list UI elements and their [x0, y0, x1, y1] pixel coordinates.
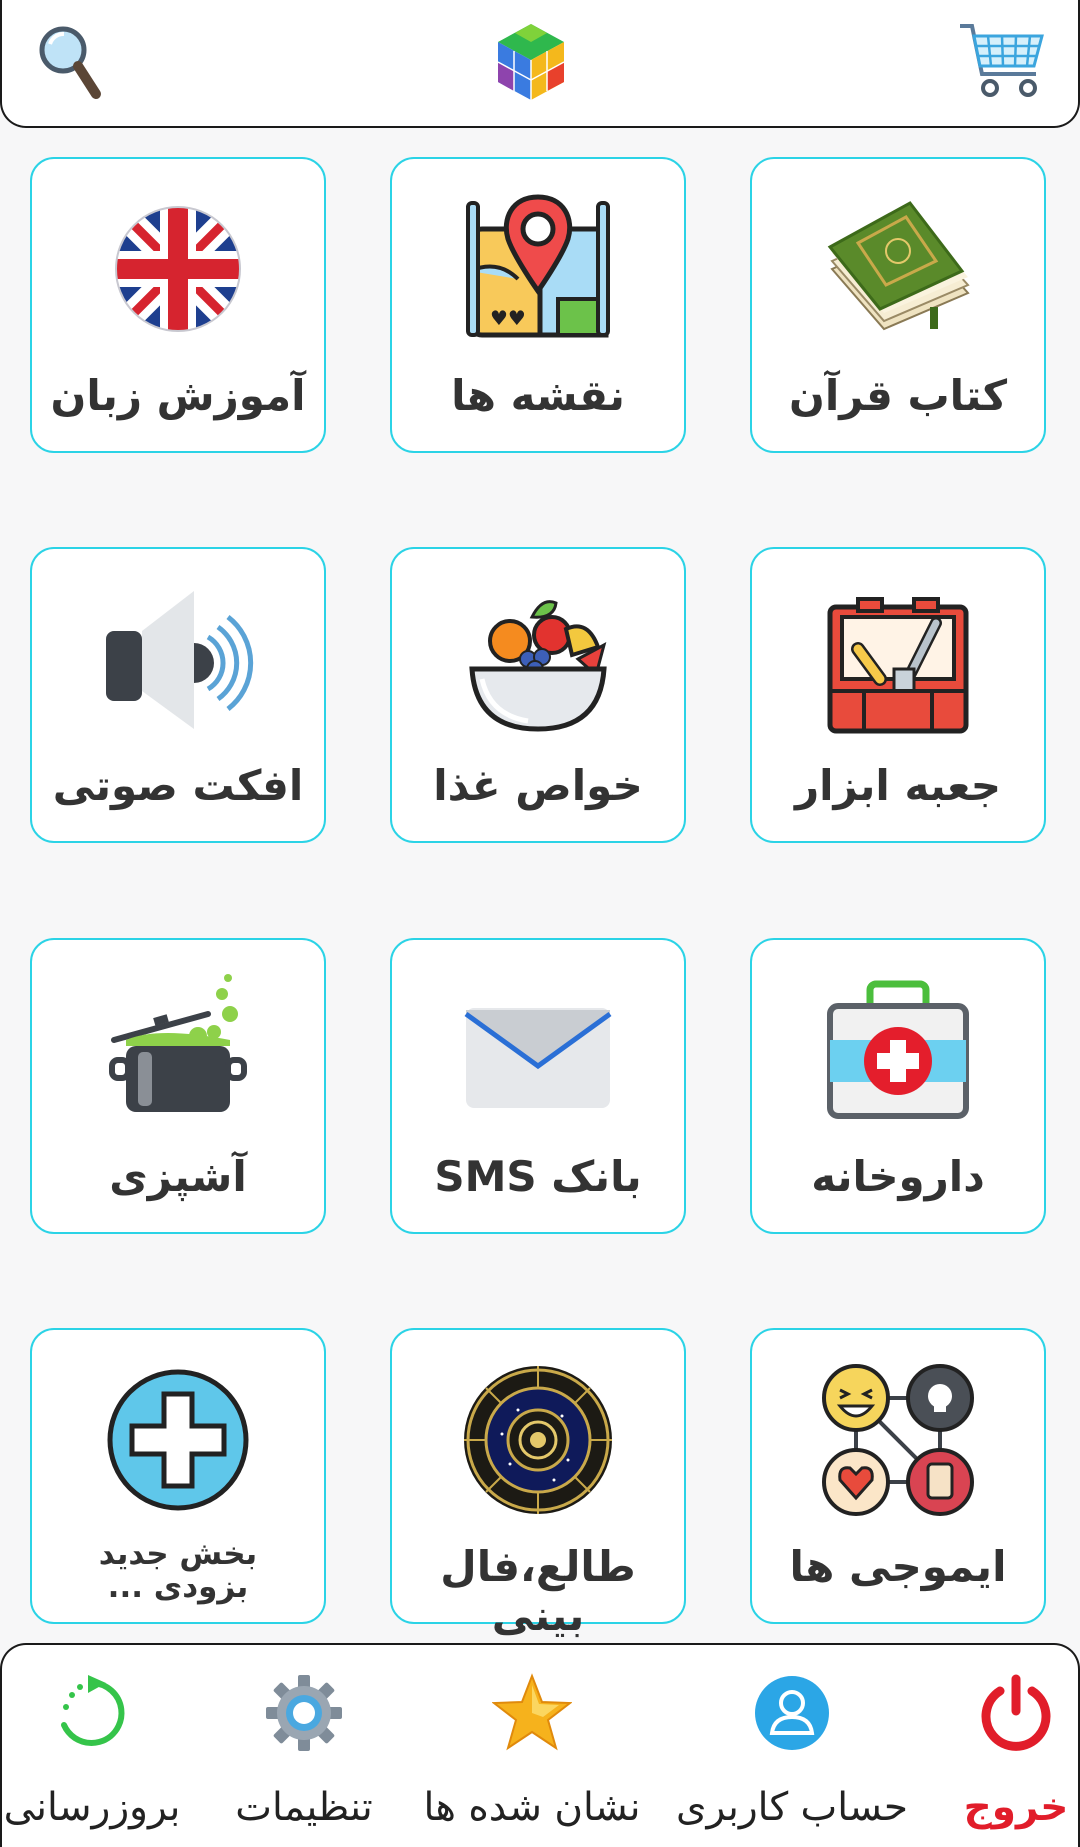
tile-label: کتاب قرآن	[788, 371, 1008, 420]
nav-user-account[interactable]: حساب کاربری	[676, 1645, 908, 1847]
tile-label: ایموجی ها	[789, 1542, 1007, 1591]
tile-label-line1: بخش جدید	[98, 1536, 258, 1572]
feature-grid: کتاب قرآن ♥♥ نقشه ها آموزش زبان جعبه ابز…	[0, 0, 1080, 1640]
tile-label: خواص غذا	[433, 761, 643, 810]
plus-circle-icon	[107, 1369, 249, 1511]
cooking-pot-icon	[109, 974, 247, 1112]
toolbox-icon	[827, 597, 969, 734]
tile-toolbox[interactable]: جعبه ابزار	[750, 547, 1046, 843]
zodiac-wheel-icon	[464, 1366, 612, 1514]
power-icon	[981, 1674, 1051, 1751]
first-aid-kit-icon	[827, 980, 969, 1119]
tile-horoscope[interactable]: طالع،فال بینی	[390, 1328, 686, 1640]
fruit-bowl-icon	[469, 600, 607, 732]
tile-label: نقشه ها	[451, 371, 625, 420]
envelope-icon	[464, 1008, 612, 1108]
quran-book-icon	[827, 201, 970, 331]
tile-label: افکت صوتی	[52, 761, 304, 810]
nav-bookmarks-label: نشان شده ها	[423, 1785, 641, 1830]
tile-new-section[interactable]: بخش جدید بزودی ...	[30, 1328, 326, 1624]
nav-exit-label: خروج	[963, 1785, 1069, 1830]
nav-settings[interactable]: تنظیمات	[204, 1645, 404, 1847]
tile-label: داروخانه	[811, 1152, 985, 1201]
tile-maps[interactable]: ♥♥ نقشه ها	[390, 157, 686, 453]
nav-bookmarks[interactable]: نشان شده ها	[424, 1645, 641, 1847]
nav-user-account-label: حساب کاربری	[675, 1785, 909, 1830]
bottom-nav: خروج حساب کاربری نشان شده ها تنظیمات برو…	[0, 1643, 1080, 1847]
tile-label: جعبه ابزار	[794, 761, 1002, 810]
star-icon	[492, 1673, 572, 1751]
gear-icon	[266, 1675, 342, 1751]
tile-food-properties[interactable]: خواص غذا	[390, 547, 686, 843]
map-pin-icon: ♥♥	[466, 194, 610, 338]
tile-label: آشپزی	[109, 1152, 247, 1201]
tile-sms-bank[interactable]: بانک SMS	[390, 938, 686, 1234]
tile-emojis[interactable]: ایموجی ها	[750, 1328, 1046, 1624]
nav-update[interactable]: بروزرسانی	[2, 1645, 182, 1847]
tile-label: طالع،فال بینی	[440, 1542, 636, 1640]
uk-flag-icon	[115, 206, 241, 332]
tile-label: بخش جدید بزودی ...	[32, 1538, 324, 1604]
tile-sound-effects[interactable]: افکت صوتی	[30, 547, 326, 843]
speaker-icon	[106, 591, 254, 729]
tile-pharmacy[interactable]: داروخانه	[750, 938, 1046, 1234]
tile-label-line2: بزودی ...	[107, 1569, 249, 1605]
nav-settings-label: تنظیمات	[235, 1785, 373, 1830]
tile-label: آموزش زبان	[50, 371, 306, 420]
user-account-icon	[755, 1676, 829, 1750]
tile-cooking[interactable]: آشپزی	[30, 938, 326, 1234]
emoji-icon	[822, 1364, 974, 1516]
tile-quran-book[interactable]: کتاب قرآن	[750, 157, 1046, 453]
nav-exit[interactable]: خروج	[964, 1645, 1068, 1847]
tile-label: بانک SMS	[434, 1152, 642, 1201]
tile-language-learning[interactable]: آموزش زبان	[30, 157, 326, 453]
nav-update-label: بروزرسانی	[3, 1785, 181, 1830]
svg-text:♥♥: ♥♥	[490, 306, 526, 330]
refresh-icon	[61, 1675, 125, 1746]
